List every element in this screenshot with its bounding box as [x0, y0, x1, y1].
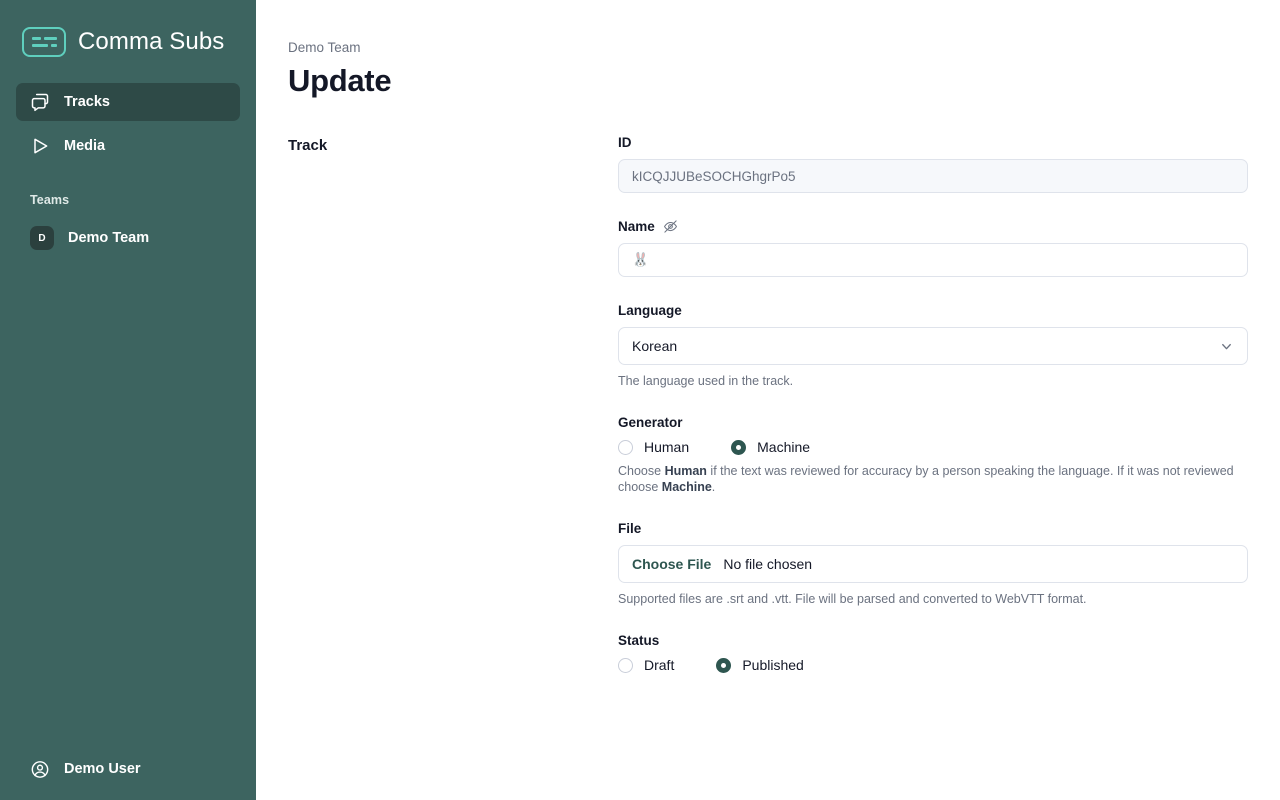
- field-generator: Generator Human Machine Choose Human if …: [618, 415, 1248, 495]
- primary-nav: Tracks Media: [0, 83, 256, 171]
- radio-label: Machine: [757, 439, 811, 455]
- section-label: Track: [288, 137, 328, 154]
- brand-title: Comma Subs: [78, 28, 225, 55]
- team-name: Demo Team: [68, 230, 150, 246]
- breadcrumb: Demo Team: [288, 40, 361, 55]
- choose-file-button[interactable]: Choose File: [632, 556, 711, 572]
- language-label: Language: [618, 303, 682, 318]
- file-status-text: No file chosen: [723, 556, 813, 572]
- team-avatar: D: [30, 226, 54, 250]
- generator-radio-group: Human Machine: [618, 439, 1248, 455]
- page-title: Update: [288, 63, 392, 98]
- user-name: Demo User: [64, 761, 141, 777]
- field-file: File Choose File No file chosen Supporte…: [618, 521, 1248, 607]
- generator-option-machine[interactable]: Machine: [731, 439, 810, 455]
- form-fields: ID kICQJJUBeSOCHGhgrPo5 Name 🐰 Language …: [618, 135, 1248, 699]
- language-help: The language used in the track.: [618, 374, 794, 388]
- speech-bubbles-icon: [30, 92, 50, 112]
- subtitles-icon: [22, 27, 66, 57]
- radio-button[interactable]: [716, 657, 732, 673]
- main-content: Demo Team Update Track ID kICQJJUBeSOCHG…: [256, 0, 1280, 800]
- sidebar-footer: Demo User: [0, 750, 256, 800]
- radio-button[interactable]: [731, 439, 747, 455]
- generator-label: Generator: [618, 415, 683, 430]
- id-input[interactable]: kICQJJUBeSOCHGhgrPo5: [618, 159, 1248, 193]
- sidebar-item-demo-team[interactable]: D Demo Team: [16, 221, 240, 255]
- language-select[interactable]: Korean: [618, 327, 1248, 365]
- sidebar-item-media[interactable]: Media: [16, 127, 240, 165]
- teams-section-label: Teams: [30, 193, 70, 207]
- status-label: Status: [618, 633, 660, 648]
- generator-help: Choose Human if the text was reviewed fo…: [618, 464, 1234, 494]
- radio-button[interactable]: [618, 657, 633, 673]
- sidebar-item-label: Tracks: [64, 94, 110, 110]
- eye-off-icon[interactable]: [663, 219, 678, 234]
- name-input[interactable]: 🐰: [618, 243, 1248, 277]
- radio-button[interactable]: [618, 439, 633, 455]
- field-language: Language Korean The language used in the…: [618, 303, 1248, 389]
- sidebar-item-label: Media: [64, 138, 106, 154]
- radio-label: Draft: [644, 657, 675, 673]
- radio-label: Published: [742, 657, 804, 673]
- user-circle-icon: [30, 759, 50, 779]
- field-name: Name 🐰: [618, 219, 1248, 277]
- app-root: Comma Subs Tracks Media Teams D Demo Tea…: [0, 0, 1280, 800]
- brand[interactable]: Comma Subs: [0, 0, 256, 66]
- field-id: ID kICQJJUBeSOCHGhgrPo5: [618, 135, 1248, 193]
- sidebar-item-tracks[interactable]: Tracks: [16, 83, 240, 121]
- status-option-draft[interactable]: Draft: [618, 657, 674, 673]
- user-menu-button[interactable]: Demo User: [16, 750, 240, 788]
- sidebar: Comma Subs Tracks Media Teams D Demo Tea…: [0, 0, 256, 800]
- file-help: Supported files are .srt and .vtt. File …: [618, 592, 1087, 606]
- field-status: Status Draft Published: [618, 633, 1248, 673]
- generator-option-human[interactable]: Human: [618, 439, 689, 455]
- track-form: Track ID kICQJJUBeSOCHGhgrPo5 Name 🐰 Lan…: [288, 135, 1248, 699]
- radio-label: Human: [644, 439, 690, 455]
- language-selected-value: Korean: [632, 338, 678, 354]
- chevron-down-icon: [1219, 339, 1234, 354]
- name-label: Name: [618, 219, 1248, 234]
- form-section-heading: Track: [288, 135, 618, 154]
- file-label: File: [618, 521, 642, 536]
- file-input[interactable]: Choose File No file chosen: [618, 545, 1248, 583]
- play-triangle-icon: [30, 136, 50, 156]
- status-option-published[interactable]: Published: [716, 657, 804, 673]
- id-label: ID: [618, 135, 632, 150]
- status-radio-group: Draft Published: [618, 657, 1248, 673]
